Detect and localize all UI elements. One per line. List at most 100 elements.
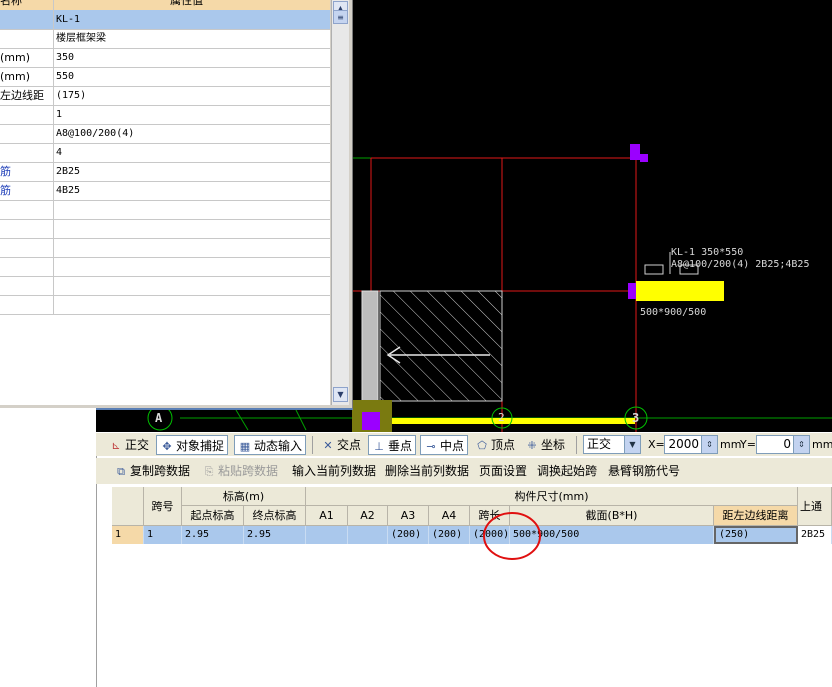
property-value[interactable]: 4 — [56, 143, 62, 162]
property-name: 左边线距 — [0, 86, 54, 105]
property-row[interactable]: 4 — [0, 143, 330, 163]
property-row[interactable]: KL-1 — [0, 10, 330, 30]
property-name-header: 名称 — [0, 0, 54, 10]
snap-toolbar: ⊾ 正交 ✥ 对象捕捉 ▦ 动态输入 ✕ 交点 ⊥ 垂点 ⊸ 中点 ⬠ 顶点 ⁜ 坐标 正交 ▼ … — [96, 432, 832, 457]
y-unit: mm — [812, 438, 832, 451]
scroll-down-button[interactable]: ▼ — [333, 387, 348, 402]
end-elev-header: 终点标高 — [244, 506, 306, 526]
property-value[interactable]: (175) — [56, 86, 86, 105]
property-value[interactable]: A8@100/200(4) — [56, 124, 134, 143]
property-value[interactable]: 楼层框架梁 — [56, 29, 106, 48]
a1-cell[interactable] — [306, 526, 348, 544]
property-row[interactable] — [0, 257, 330, 277]
property-row[interactable] — [0, 238, 330, 258]
property-name — [0, 10, 54, 29]
ortho-icon: ⊾ — [111, 438, 121, 452]
property-row[interactable]: A8@100/200(4) — [0, 124, 330, 144]
a4-header: A4 — [429, 506, 470, 526]
copy-icon: ⧉ — [117, 464, 125, 478]
y-input[interactable]: 0 ⇕ — [756, 435, 810, 454]
scroll-thumb[interactable]: ≡ — [333, 10, 348, 24]
property-row[interactable] — [0, 295, 330, 315]
property-panel: 名称 属性值 KL-1 楼层框架梁 (mm) 350 (mm) 550 左边线距 (175) 1… — [0, 0, 353, 410]
toolbar-separator — [576, 436, 577, 454]
property-value-header: 属性值 — [170, 0, 203, 7]
property-name: (mm) — [0, 67, 54, 86]
ortho-button[interactable]: ⊾ 正交 — [106, 435, 152, 455]
row-number[interactable]: 1 — [112, 526, 144, 544]
property-name — [0, 276, 54, 295]
coordinate-icon: ⁜ — [527, 438, 537, 452]
perpendicular-icon: ⊥ — [374, 439, 384, 453]
span-table: 跨号 标高(m) 起点标高 终点标高 构件尺寸(mm) A1 A2 A3 A4 … — [112, 487, 832, 687]
section-label: 500*900/500 — [640, 307, 707, 318]
dynamic-input-icon: ▦ — [239, 439, 251, 453]
section-block — [636, 281, 724, 301]
copy-span-button[interactable]: ⧉ 复制跨数据 — [114, 462, 190, 480]
span-no-header: 跨号 — [144, 487, 182, 526]
property-row[interactable] — [0, 219, 330, 239]
dimensions-header: 构件尺寸(mm) — [306, 487, 798, 506]
property-value[interactable]: KL-1 — [56, 10, 80, 29]
y-label: Y= — [740, 438, 756, 451]
top-through-header: 上通 — [798, 487, 832, 526]
property-name: 筋 — [0, 162, 54, 181]
axis-label-a: A — [155, 411, 163, 425]
property-row[interactable]: (mm) 350 — [0, 48, 330, 68]
property-row[interactable]: (mm) 550 — [0, 67, 330, 87]
adjust-start-button[interactable]: 调换起始跨 — [537, 462, 597, 480]
input-column-button[interactable]: 输入当前列数据 — [292, 462, 376, 480]
property-value[interactable]: 1 — [56, 105, 62, 124]
start-elev-cell[interactable]: 2.95 — [182, 526, 244, 544]
midpoint-icon: ⊸ — [426, 439, 436, 453]
x-stepper-icon[interactable]: ⇕ — [701, 436, 717, 453]
left-distance-cell[interactable]: (250) — [714, 526, 798, 544]
property-row[interactable]: 左边线距 (175) — [0, 86, 330, 106]
grip-marker — [628, 283, 636, 299]
property-row[interactable]: 筋 2B25 — [0, 162, 330, 182]
x-label: X= — [648, 438, 665, 451]
span-cell[interactable]: 1 — [144, 526, 182, 544]
property-name: 筋 — [0, 181, 54, 200]
midpoint-snap-button[interactable]: ⊸ 中点 — [420, 435, 469, 455]
property-row[interactable]: 筋 4B25 — [0, 181, 330, 201]
property-row[interactable]: 1 — [0, 105, 330, 125]
y-stepper-icon[interactable]: ⇕ — [793, 436, 809, 453]
paste-icon: ⎘ — [204, 464, 214, 478]
perpendicular-snap-button[interactable]: ⊥ 垂点 — [368, 435, 417, 455]
a2-cell[interactable] — [348, 526, 388, 544]
property-row[interactable]: 楼层框架梁 — [0, 29, 330, 49]
property-name — [0, 238, 54, 257]
end-elev-cell[interactable]: 2.95 — [244, 526, 306, 544]
a3-cell[interactable]: (200) — [388, 526, 429, 544]
mode-select[interactable]: 正交 ▼ — [583, 435, 641, 454]
property-row[interactable] — [0, 200, 330, 220]
beam-label-line2: A8@100/200(4) 2B25;4B25 — [671, 259, 810, 270]
object-snap-button[interactable]: ✥ 对象捕捉 — [156, 435, 229, 455]
intersection-snap-button[interactable]: ✕ 交点 — [318, 435, 364, 455]
dynamic-input-button[interactable]: ▦ 动态输入 — [234, 435, 307, 455]
property-value[interactable]: 4B25 — [56, 181, 80, 200]
cantilever-code-button[interactable]: 悬臂钢筋代号 — [608, 462, 680, 480]
property-name — [0, 124, 54, 143]
top-through-cell[interactable]: 2B25 — [798, 526, 832, 544]
x-input[interactable]: 2000 ⇕ — [664, 435, 718, 454]
delete-column-button[interactable]: 删除当前列数据 — [385, 462, 469, 480]
property-value[interactable]: 350 — [56, 48, 74, 67]
property-scrollbar[interactable]: ▲ ≡ ▼ — [331, 0, 349, 405]
paste-span-button[interactable]: ⎘ 粘贴跨数据 — [202, 462, 278, 480]
coordinate-snap-button[interactable]: ⁜ 坐标 — [522, 435, 568, 455]
chevron-down-icon[interactable]: ▼ — [624, 436, 640, 453]
annotation-circle — [483, 512, 541, 560]
x-unit: mm — [720, 438, 742, 451]
row-header-corner — [112, 487, 144, 526]
page-setup-button[interactable]: 页面设置 — [479, 462, 527, 480]
property-value[interactable]: 2B25 — [56, 162, 80, 181]
property-value[interactable]: 550 — [56, 67, 74, 86]
property-row[interactable] — [0, 276, 330, 296]
axis-label-3: 3 — [632, 411, 640, 425]
a4-cell[interactable]: (200) — [429, 526, 470, 544]
wall-strip — [361, 290, 379, 408]
vertex-snap-button[interactable]: ⬠ 顶点 — [472, 435, 518, 455]
property-name — [0, 257, 54, 276]
